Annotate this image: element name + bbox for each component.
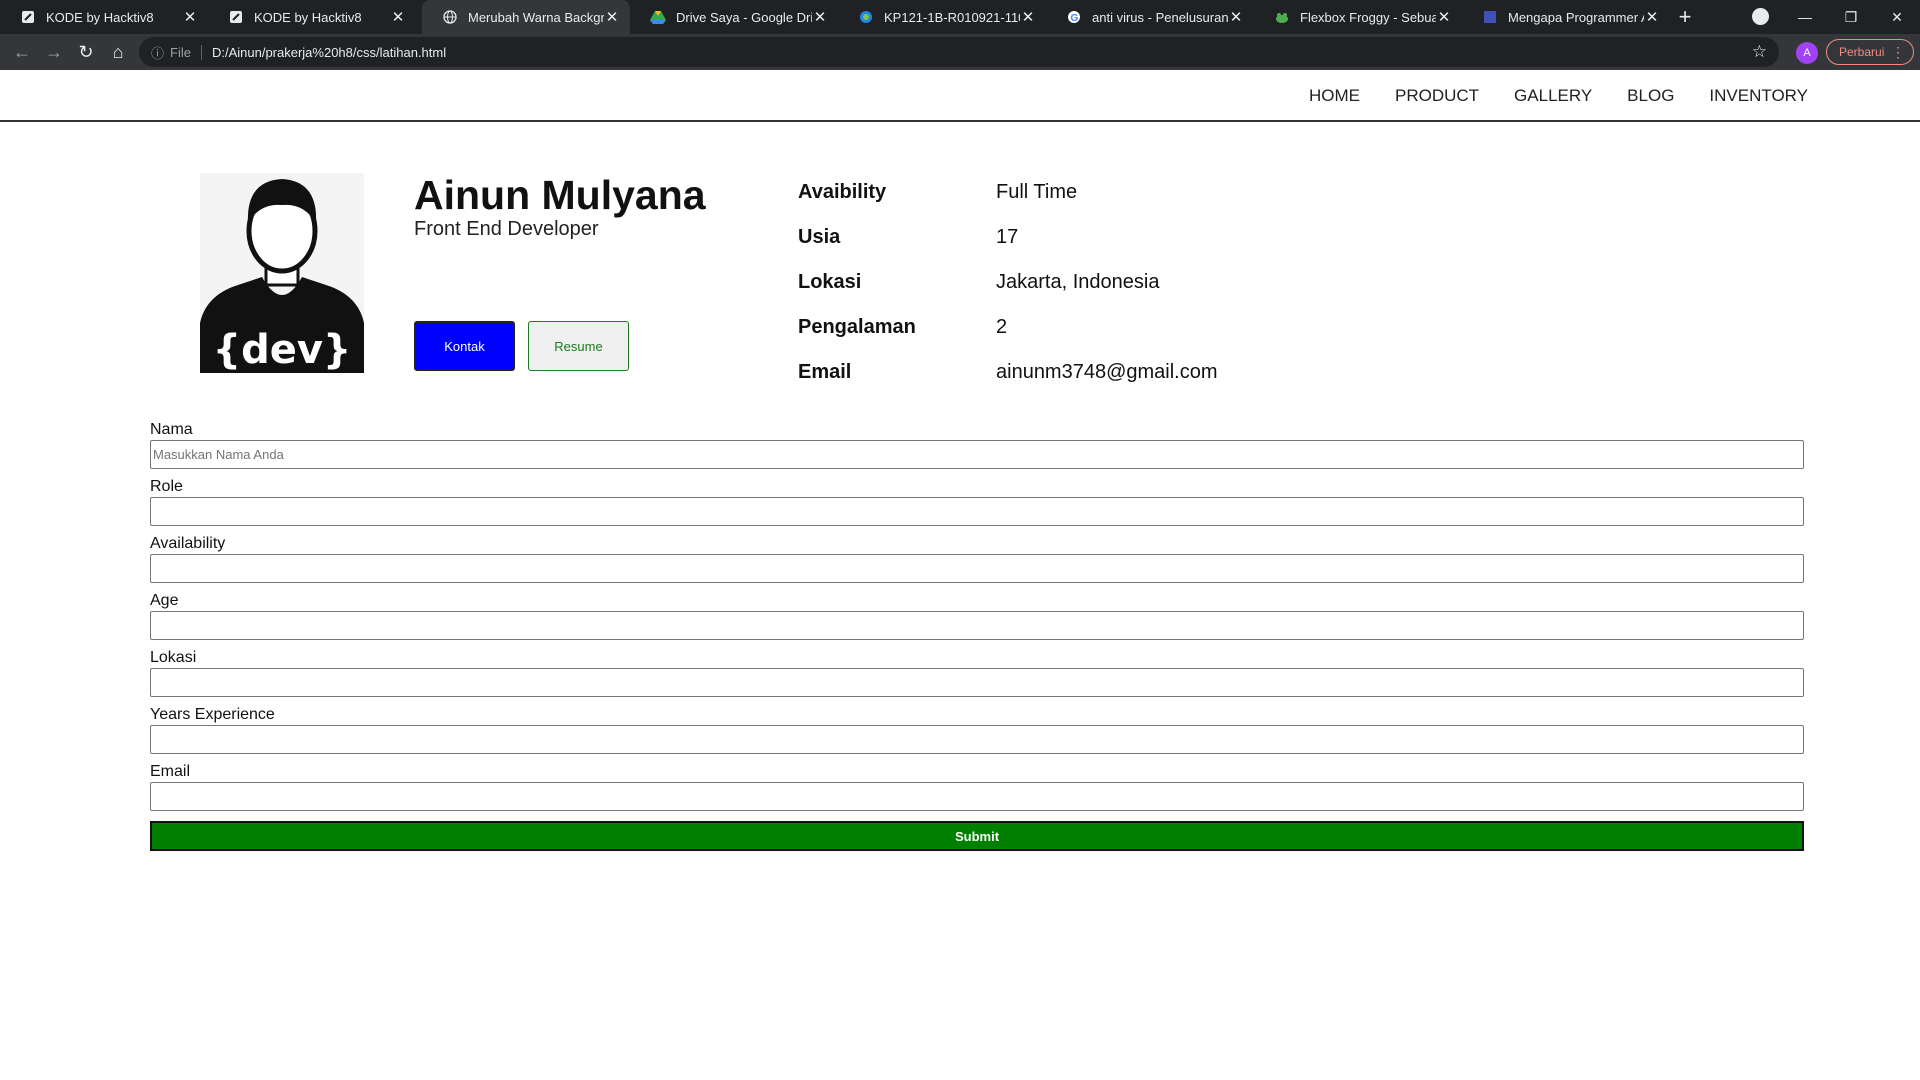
age-label: Age [150,592,179,609]
browser-tab[interactable]: Mengapa Programmer Aw ✕ [1462,0,1670,34]
browser-tab-strip: KODE by Hacktiv8 ✕ KODE by Hacktiv8 ✕ Me… [0,0,1920,34]
browser-tab[interactable]: Drive Saya - Google Drive ✕ [630,0,838,34]
submit-button[interactable]: Submit [150,821,1804,851]
info-row: Pengalaman 2 [798,305,1218,350]
age-input[interactable] [150,611,1804,640]
dev-logo-text: {dev} [213,327,352,373]
tab-title: KODE by Hacktiv8 [254,9,362,25]
close-tab-icon[interactable]: ✕ [1020,8,1036,26]
globe-icon [442,9,458,25]
frog-icon [1274,9,1290,25]
update-button[interactable]: Perbarui ⋮ [1826,39,1914,65]
browser-tab[interactable]: Flexbox Froggy - Sebuah p ✕ [1254,0,1462,34]
browser-tab-active[interactable]: Merubah Warna Backgrou ✕ [422,0,630,34]
resume-button[interactable]: Resume [528,321,629,371]
nav-item-gallery[interactable]: GALLERY [1514,86,1592,106]
browser-toolbar: ← → ↻ ⌂ ⓘ File D:/Ainun/prakerja%20h8/cs… [0,34,1920,70]
info-table: Avaibility Full Time Usia 17 Lokasi Jaka… [798,170,1218,395]
home-icon[interactable]: ⌂ [106,41,130,65]
tab-search-icon[interactable] [1752,8,1769,25]
close-tab-icon[interactable]: ✕ [604,8,620,26]
close-tab-icon[interactable]: ✕ [1644,8,1660,26]
site-icon [858,9,874,25]
tab-title: Merubah Warna Backgrou [468,9,604,25]
lokasi-label: Lokasi [150,649,197,666]
close-tab-icon[interactable]: ✕ [812,8,828,26]
menu-dots-icon[interactable]: ⋮ [1891,44,1905,61]
kontak-button[interactable]: Kontak [414,321,515,371]
availability-label: Availability [150,535,226,552]
top-navigation: HOME PRODUCT GALLERY BLOG INVENTORY [0,70,1920,122]
profile-avatar-image: {dev} [200,173,364,373]
info-value: 17 [996,226,1019,248]
profile-avatar[interactable]: A [1796,42,1818,64]
info-value: Full Time [996,181,1078,203]
nama-label: Nama [150,421,193,438]
nav-item-blog[interactable]: BLOG [1627,86,1674,106]
address-url[interactable]: D:/Ainun/prakerja%20h8/css/latihan.html [212,45,446,60]
close-tab-icon[interactable]: ✕ [390,8,406,26]
info-key: Lokasi [798,271,862,293]
role-input[interactable] [150,497,1804,526]
info-key: Pengalaman [798,316,916,338]
svg-text:G: G [1071,13,1079,24]
google-drive-icon [650,9,666,25]
info-key: Email [798,361,852,383]
google-icon: G [1066,9,1082,25]
email-input[interactable] [150,782,1804,811]
tab-title: Drive Saya - Google Drive [676,9,812,25]
nav-item-home[interactable]: HOME [1309,86,1360,106]
info-icon[interactable]: ⓘ [151,43,164,62]
close-tab-icon[interactable]: ✕ [182,8,198,26]
info-key: Avaibility [798,181,887,203]
nav-item-product[interactable]: PRODUCT [1395,86,1479,106]
update-label: Perbarui [1839,45,1885,59]
address-scheme: File [170,44,202,60]
info-key: Usia [798,226,841,248]
restore-icon[interactable]: ❐ [1828,0,1874,34]
profile-form: Nama Role Availability Age Lokasi Years … [150,420,1804,851]
window-controls: — ❐ ✕ [1782,0,1920,34]
address-bar[interactable]: ⓘ File D:/Ainun/prakerja%20h8/css/latiha… [139,37,1779,67]
browser-tab[interactable]: G anti virus - Penelusuran G ✕ [1046,0,1254,34]
tab-title: Mengapa Programmer Aw [1508,9,1644,25]
browser-tab[interactable]: KODE by Hacktiv8 ✕ [0,0,208,34]
email-label: Email [150,763,191,780]
reload-icon[interactable]: ↻ [74,41,98,65]
tab-title: KP121-1B-R010921-1100 [884,9,1020,25]
minimize-icon[interactable]: — [1782,0,1828,34]
profile-role: Front End Developer [414,218,599,240]
info-row: Email ainunm3748@gmail.com [798,350,1218,395]
lokasi-input[interactable] [150,668,1804,697]
forward-icon[interactable]: → [42,41,66,65]
hacktiv8-icon [20,9,36,25]
new-tab-button[interactable]: + [1672,4,1698,30]
info-value: ainunm3748@gmail.com [996,361,1218,383]
info-row: Avaibility Full Time [798,170,1218,215]
profile-name: Ainun Mulyana [414,172,706,218]
close-window-icon[interactable]: ✕ [1874,0,1920,34]
info-row: Lokasi Jakarta, Indonesia [798,260,1218,305]
bookmark-star-icon[interactable]: ☆ [1752,42,1767,62]
nav-item-inventory[interactable]: INVENTORY [1709,86,1808,106]
years-experience-label: Years Experience [150,706,275,723]
info-value: 2 [996,316,1008,338]
close-tab-icon[interactable]: ✕ [1436,8,1452,26]
page-content: HOME PRODUCT GALLERY BLOG INVENTORY {dev… [0,70,1920,1078]
back-icon[interactable]: ← [10,41,34,65]
nama-input[interactable] [150,440,1804,469]
role-label: Role [150,478,183,495]
info-value: Jakarta, Indonesia [996,271,1160,293]
browser-tab[interactable]: KODE by Hacktiv8 ✕ [208,0,416,34]
tab-title: anti virus - Penelusuran G [1092,9,1228,25]
site-icon [1482,9,1498,25]
browser-tab[interactable]: KP121-1B-R010921-1100 ✕ [838,0,1046,34]
hacktiv8-icon [228,9,244,25]
close-tab-icon[interactable]: ✕ [1228,8,1244,26]
availability-input[interactable] [150,554,1804,583]
years-experience-input[interactable] [150,725,1804,754]
tab-title: Flexbox Froggy - Sebuah p [1300,9,1436,25]
info-row: Usia 17 [798,215,1218,260]
tab-title: KODE by Hacktiv8 [46,9,154,25]
